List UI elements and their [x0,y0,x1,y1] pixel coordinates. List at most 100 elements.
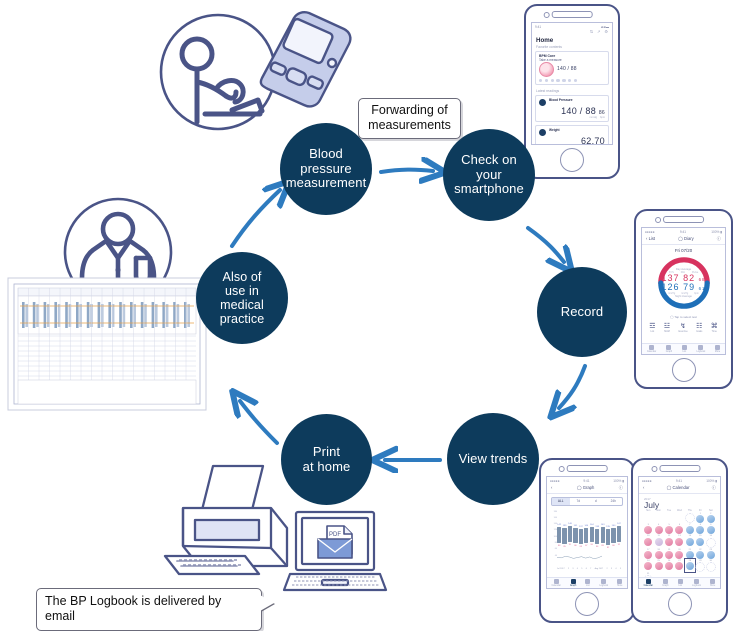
day-number: 26 [667,559,671,562]
calendar-day[interactable]: 24 [643,559,653,572]
tab-calendar[interactable]: Calendar [647,345,656,353]
home-button[interactable] [671,358,696,382]
tab-graph[interactable]: Graph [662,579,669,587]
phone-calendar-screen[interactable]: ●●●●● 9:41 100% ▮ ‹ ◯ Calendar ⓘ 20 17 Ju… [631,458,728,623]
device-card[interactable]: BPM Core Take a measure 140 / 88 [535,50,609,85]
tool-item[interactable]: ☲ List [649,323,655,333]
reading-card-blood-pressure[interactable]: Blood Pressure 140 / 88 86 mmHg bpm [535,94,609,122]
calendar-day[interactable] [674,512,684,523]
calendar-day[interactable]: 20 [674,548,684,559]
calendar-day[interactable]: 21 [685,548,695,559]
tab-list[interactable]: List [677,579,683,587]
tab-more[interactable]: More [617,579,622,587]
bar-series: 142 88 139 85 146 91 141 86 137 83 140 87 144 90 138 84… [557,517,621,557]
calendar-day[interactable]: 11 [653,534,663,547]
tab-list[interactable]: List [681,345,687,353]
list-icon [681,345,687,350]
node-record[interactable]: Record [537,267,627,357]
back-button[interactable]: ‹ [643,485,644,490]
calendar-grid[interactable]: 1 2 3 4 5 6 7 8 9 10 11 12 13 14 15 16 17 18 19 20 21 22 23 24 2… [639,512,720,586]
calendar-day[interactable]: 26 [664,559,674,572]
phone-home-screen[interactable]: 9:41 ▰▰▬ ⇅ ↗ ⚙ Home Favorite contents BP… [524,4,620,179]
calendar-day[interactable]: 27 [674,559,684,572]
home-button[interactable] [575,592,599,616]
node-print-at-home[interactable]: Print at home [281,414,372,505]
calendar-day[interactable]: 29 [695,559,706,573]
calendar-day[interactable]: 9 [706,523,716,535]
calendar-day[interactable]: 22 [695,548,705,559]
tab-more[interactable]: More [710,579,715,587]
tab-logbook[interactable]: Logbook [696,345,705,353]
calendar-day[interactable]: 2 [706,512,716,524]
tab-calendar[interactable]: Calendar [552,579,561,587]
tab-graph[interactable]: Graph [666,345,672,353]
tab-logbook[interactable]: Logbook [599,579,608,587]
tap-hint: ◯ Tap to select test [670,314,697,319]
calendar-day[interactable]: 4 [653,523,663,535]
node-view-trends[interactable]: View trends [447,413,539,505]
calendar-day[interactable]: 18 [653,548,663,559]
segment-d[interactable]: d [587,498,605,505]
calendar-day[interactable]: 12 [664,534,674,547]
home-button[interactable] [667,592,692,616]
node-check-on-your-smartphone[interactable]: Check on your smartphone [443,129,535,221]
segment-all[interactable]: ALL [552,497,570,505]
info-icon[interactable]: ⓘ [717,236,721,242]
calendar-day[interactable]: 19 [664,548,674,559]
node-also-of-use-in-medical-practice[interactable]: Also of use in medical practice [196,252,288,344]
calendar-day[interactable]: 17 [643,548,653,559]
tab-list[interactable]: List [585,579,591,587]
back-button[interactable]: ‹ [551,485,552,490]
bar-group: 146 91 [567,517,573,557]
day-reading-blob [644,562,653,571]
tool-item[interactable]: ☳ MAM [664,323,670,333]
segment-7d[interactable]: 7d [570,498,588,505]
tool-item[interactable]: ☷ Goals [696,323,702,333]
calendar-day[interactable]: 8 [695,523,705,535]
status-bar: ●●●●● 9:41 100% ▮ [547,477,627,483]
calendar-day[interactable] [684,512,695,523]
calendar-day[interactable]: 23 [706,548,716,559]
calendar-day[interactable] [653,512,663,523]
tab-logbook[interactable]: Logbook [692,579,701,587]
calendar-day[interactable] [643,512,653,523]
calendar-day[interactable]: 16 [705,534,716,548]
calendar-day[interactable]: 15 [695,534,705,547]
calendar-day[interactable]: 3 [643,523,653,535]
info-icon[interactable]: ⓘ [712,485,716,491]
day-reading-blob [644,550,653,559]
callout-forwarding-of-measurements: Forwarding of measurements [358,98,461,139]
calendar-day[interactable]: 6 [674,523,684,535]
calendar-day[interactable]: 28 [683,557,697,574]
tab-label: Calendar [551,585,561,587]
day-number: 30 [709,559,712,562]
tab-more[interactable]: More [715,345,720,353]
calendar-day[interactable]: 14 [685,534,695,547]
info-icon[interactable]: ⓘ [619,485,623,491]
home-button[interactable] [560,148,584,172]
day-number: 21 [688,548,692,551]
sync-icon[interactable]: ⇅ [590,29,593,34]
segment-24h[interactable]: 24h [605,498,623,505]
calendar-day[interactable]: 13 [674,534,684,547]
calendar-day[interactable]: 7 [685,523,695,535]
calendar-day[interactable]: 1 [695,512,705,524]
tab-calendar[interactable]: Calendar [644,579,653,587]
back-button[interactable]: ‹ List [646,236,655,241]
settings-icon[interactable]: ⚙ [604,29,608,34]
calendar-day[interactable] [664,512,674,523]
calendar-day[interactable]: 25 [653,559,663,572]
phone-graph-screen[interactable]: ●●●●● 9:41 100% ▮ ‹ ◯ Graph ⓘ ALL 7d d 2… [539,458,635,623]
tool-item[interactable]: ↯ Exercise [679,323,688,333]
calendar-day[interactable]: 30 [705,559,716,573]
tool-item[interactable]: ⌘ Time [711,323,718,333]
share-icon[interactable]: ↗ [597,29,600,34]
phone-record-screen[interactable]: ●●●●● 9:41 100% ▮ ‹ List ◯ Diary ⓘ Fri 0… [634,209,733,389]
calendar-day[interactable]: 10 [643,534,653,547]
bar-top-label: 143 [600,524,605,527]
x-tick: 3 [572,568,574,570]
tab-graph[interactable]: Graph [570,579,576,587]
range-segmented-control[interactable]: ALL 7d d 24h [551,496,623,506]
reading-card-weight[interactable]: Weight 62.70 kg [535,124,609,144]
calendar-day[interactable]: 5 [664,523,674,535]
